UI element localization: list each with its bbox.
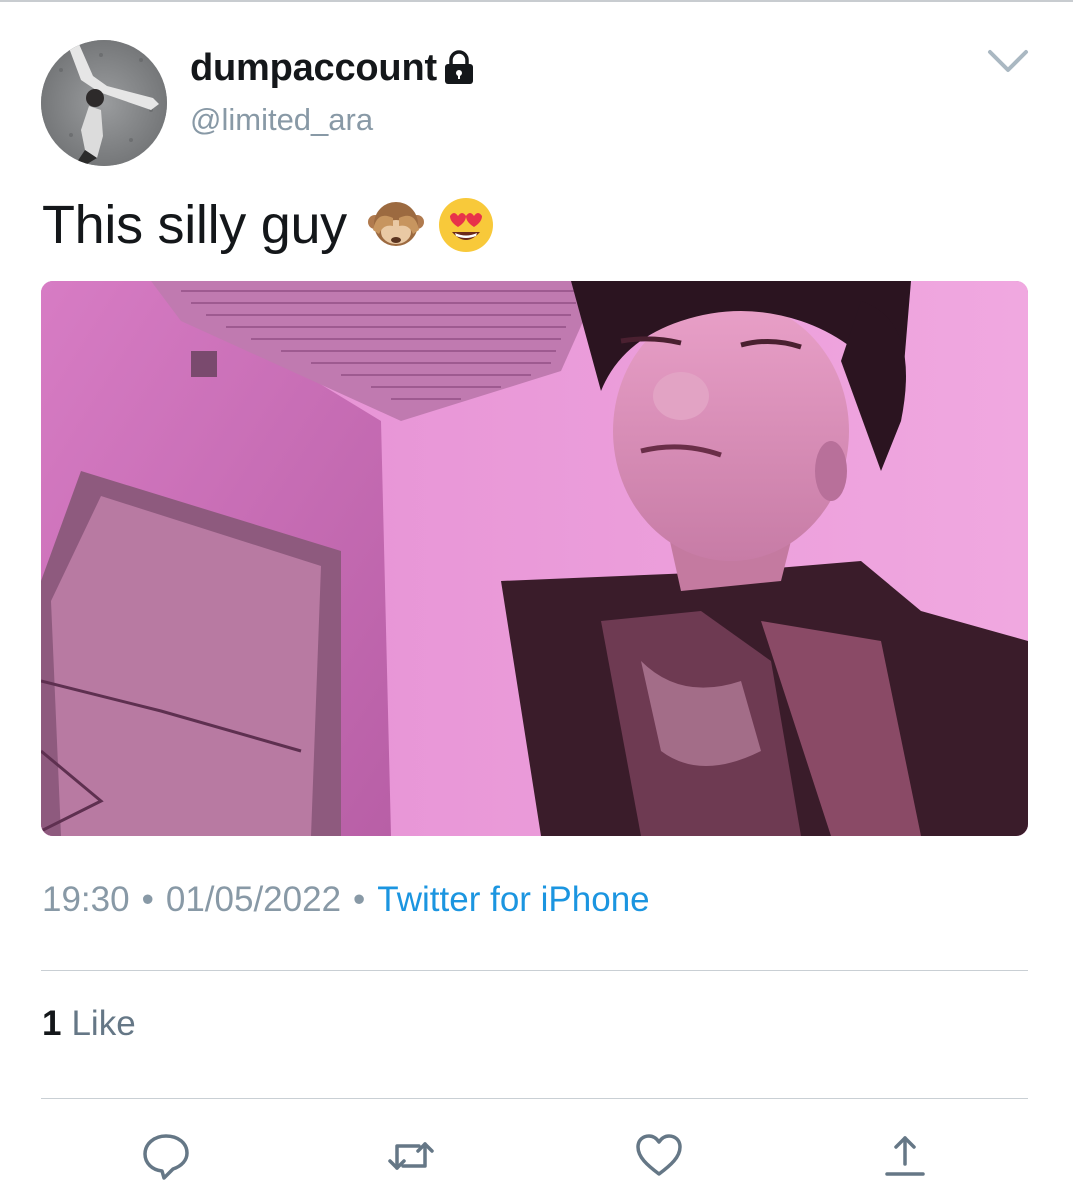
share-icon[interactable] bbox=[879, 1130, 931, 1182]
chevron-down-icon[interactable] bbox=[986, 46, 1030, 76]
separator-dot: • bbox=[141, 880, 154, 919]
retweet-icon[interactable] bbox=[385, 1130, 437, 1182]
tweet-text: This silly guy bbox=[42, 190, 495, 260]
see-no-evil-monkey-icon bbox=[367, 196, 425, 254]
separator-dot: • bbox=[353, 880, 366, 919]
tweet-body: This silly guy bbox=[42, 195, 347, 255]
photo-image bbox=[41, 281, 1028, 836]
divider bbox=[41, 970, 1028, 971]
heart-eyes-face-icon bbox=[437, 196, 495, 254]
avatar-image bbox=[41, 40, 167, 166]
tweet-photo[interactable] bbox=[41, 281, 1028, 836]
tweet-date: 01/05/2022 bbox=[165, 880, 342, 919]
user-handle[interactable]: @limited_ara bbox=[190, 102, 373, 138]
heart-icon[interactable] bbox=[633, 1130, 685, 1182]
reply-icon[interactable] bbox=[140, 1130, 192, 1182]
lock-icon bbox=[443, 50, 475, 86]
tweet-meta: 19:30 • 01/05/2022 • Twitter for iPhone bbox=[42, 880, 650, 920]
likes-label: Like bbox=[71, 1004, 136, 1043]
likes-count: 1 bbox=[42, 1004, 62, 1043]
display-name[interactable]: dumpaccount bbox=[190, 47, 437, 90]
display-name-row[interactable]: dumpaccount bbox=[190, 44, 475, 92]
top-divider bbox=[0, 0, 1073, 2]
avatar[interactable] bbox=[41, 40, 167, 166]
tweet-time: 19:30 bbox=[42, 880, 130, 919]
divider bbox=[41, 1098, 1028, 1099]
likes-summary[interactable]: 1 Like bbox=[42, 1004, 136, 1044]
tweet-source-link[interactable]: Twitter for iPhone bbox=[377, 880, 649, 920]
